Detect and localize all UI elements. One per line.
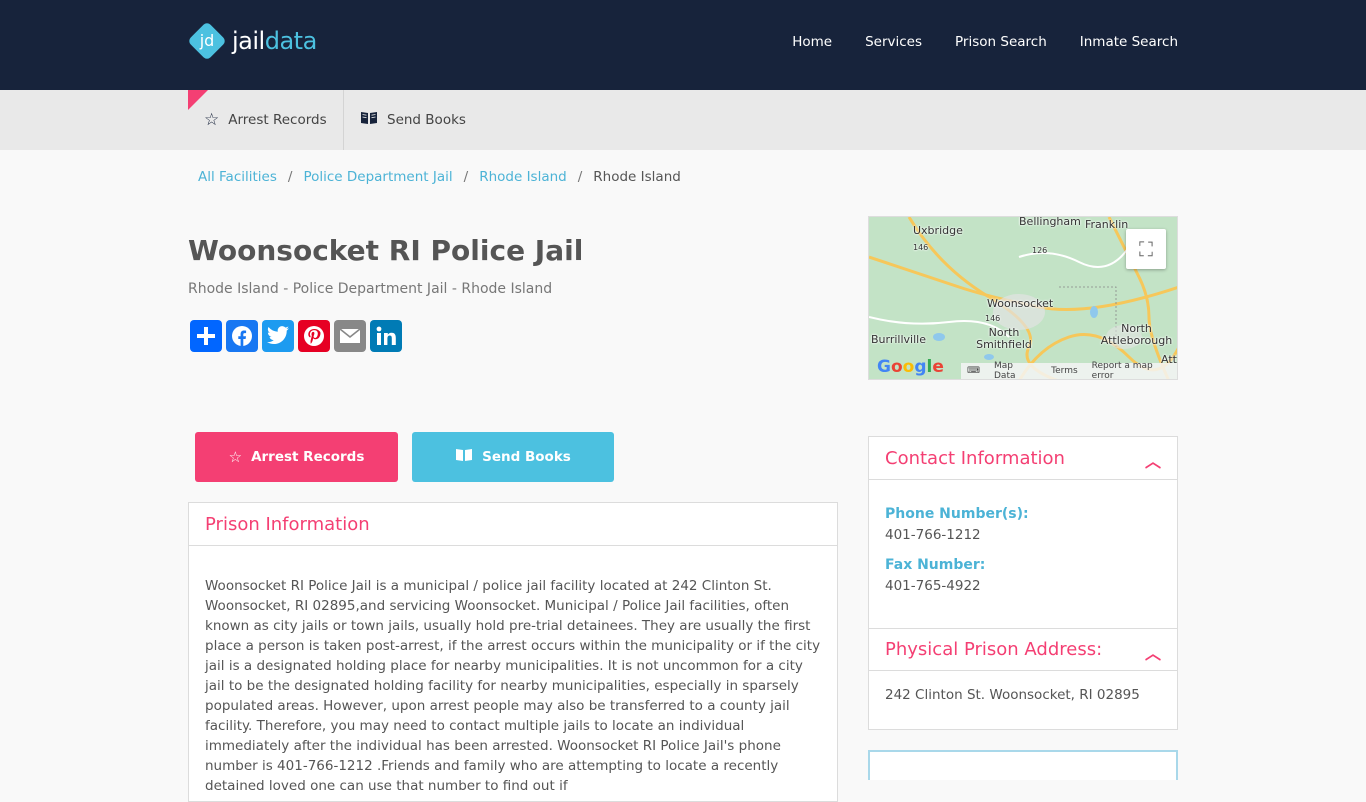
subnav-send-books[interactable]: Send Books xyxy=(360,90,466,150)
breadcrumb: All Facilities / Police Department Jail … xyxy=(198,169,681,185)
nav-home[interactable]: Home xyxy=(792,34,832,50)
logo-text: jaildata xyxy=(232,27,317,55)
map-footer: ⌨ Map Data Terms Report a map error xyxy=(961,361,1177,379)
breadcrumb-all-facilities[interactable]: All Facilities xyxy=(198,169,277,185)
contact-information-panel: Contact Information ︿ Phone Number(s): 4… xyxy=(868,436,1178,730)
map-label: Uxbridge xyxy=(913,224,963,237)
breadcrumb-current: Rhode Island xyxy=(593,169,681,185)
google-logo: Google xyxy=(877,357,944,377)
share-buttons xyxy=(190,320,402,352)
map-data-link[interactable]: Map Data xyxy=(994,361,1037,379)
nav-services[interactable]: Services xyxy=(865,34,922,50)
facility-map[interactable]: Bellingham Franklin Uxbridge Woonsocket … xyxy=(868,216,1178,380)
top-navbar: jd jaildata Home Services Prison Search … xyxy=(0,0,1366,90)
next-panel xyxy=(868,750,1178,780)
share-add-icon[interactable] xyxy=(190,320,222,352)
prison-information-heading: Prison Information xyxy=(189,503,837,546)
fax-number: 401-765-4922 xyxy=(885,578,981,594)
star-icon: ☆ xyxy=(204,110,220,130)
road-shield: 126 xyxy=(1032,246,1048,255)
phone-number: 401-766-1212 xyxy=(885,527,981,543)
nav-prison-search[interactable]: Prison Search xyxy=(955,34,1047,50)
fullscreen-icon[interactable]: ⛶ xyxy=(1126,229,1166,269)
subnav-divider xyxy=(343,90,344,150)
chevron-up-icon[interactable]: ︿ xyxy=(1145,448,1161,472)
map-terms-link[interactable]: Terms xyxy=(1051,366,1078,376)
book-icon xyxy=(455,448,473,466)
phone-label: Phone Number(s): xyxy=(885,506,1029,522)
secondary-nav: ☆ Arrest Records Send Books xyxy=(0,90,1366,150)
map-label: Burrillville xyxy=(871,333,926,346)
chevron-up-icon[interactable]: ︿ xyxy=(1145,640,1161,664)
send-books-button[interactable]: Send Books xyxy=(412,432,614,482)
prison-information-text: Woonsocket RI Police Jail is a municipal… xyxy=(205,578,821,794)
road-shield: 146 xyxy=(913,243,929,252)
page-subtitle: Rhode Island - Police Department Jail - … xyxy=(188,281,553,297)
logo-icon: jd xyxy=(187,21,227,61)
map-label: Franklin xyxy=(1085,218,1129,231)
twitter-icon[interactable] xyxy=(262,320,294,352)
contact-details: Phone Number(s): 401-766-1212 Fax Number… xyxy=(869,480,1177,628)
subnav-arrest-records[interactable]: ☆ Arrest Records xyxy=(204,90,327,150)
jaildata-logo[interactable]: jd jaildata xyxy=(187,21,317,61)
physical-address-header[interactable]: Physical Prison Address: ︿ xyxy=(869,628,1177,671)
main-nav: Home Services Prison Search Inmate Searc… xyxy=(759,34,1178,50)
contact-information-header[interactable]: Contact Information ︿ xyxy=(869,437,1177,480)
nav-inmate-search[interactable]: Inmate Search xyxy=(1080,34,1178,50)
physical-address: 242 Clinton St. Woonsocket, RI 02895 xyxy=(885,687,1140,703)
map-label: Woonsocket xyxy=(987,297,1054,310)
keyboard-icon[interactable]: ⌨ xyxy=(967,366,980,376)
book-icon xyxy=(360,110,378,130)
star-icon: ☆ xyxy=(228,448,243,466)
map-label: North Smithfield xyxy=(976,326,1032,351)
road-shield: 146 xyxy=(985,314,1001,323)
facebook-icon[interactable] xyxy=(226,320,258,352)
page-title: Woonsocket RI Police Jail xyxy=(188,234,584,267)
fax-label: Fax Number: xyxy=(885,557,986,573)
prison-information-panel: Prison Information Woonsocket RI Police … xyxy=(188,502,838,802)
pinterest-icon[interactable] xyxy=(298,320,330,352)
map-report-link[interactable]: Report a map error xyxy=(1092,361,1177,379)
linkedin-icon[interactable] xyxy=(370,320,402,352)
breadcrumb-rhode-island[interactable]: Rhode Island xyxy=(479,169,567,185)
arrest-records-button[interactable]: ☆ Arrest Records xyxy=(195,432,398,482)
map-label: Bellingham xyxy=(1019,216,1081,228)
breadcrumb-police-department-jail[interactable]: Police Department Jail xyxy=(303,169,452,185)
email-icon[interactable] xyxy=(334,320,366,352)
map-label: North Attleborough xyxy=(1100,322,1173,347)
